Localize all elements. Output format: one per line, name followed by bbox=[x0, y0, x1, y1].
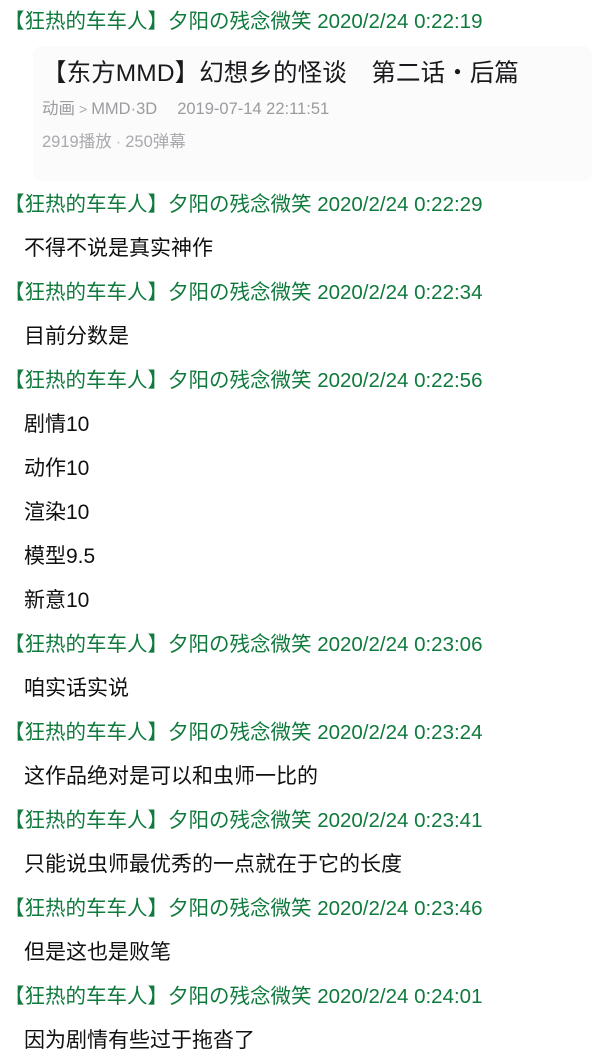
message-header: 【狂热的车车人】夕阳の残念微笑 2020/2/24 0:22:34 bbox=[4, 281, 483, 304]
message-body-line: 动作10 bbox=[24, 457, 90, 480]
chevron-right-icon: > bbox=[79, 101, 88, 117]
message-header: 【狂热的车车人】夕阳の残念微笑 2020/2/24 0:24:01 bbox=[4, 985, 483, 1008]
video-card-play-count: 2919播放 bbox=[42, 133, 112, 151]
video-card-stats: 2919播放 · 250弹幕 bbox=[42, 126, 592, 158]
video-card-danmaku-count: 250弹幕 bbox=[125, 133, 186, 151]
message-body: 但是这也是败笔 bbox=[24, 941, 171, 964]
message-body: 这作品绝对是可以和虫师一比的 bbox=[24, 765, 318, 788]
message-body: 咱实话实说 bbox=[24, 677, 129, 700]
message-header: 【狂热的车车人】夕阳の残念微笑 2020/2/24 0:23:06 bbox=[4, 633, 483, 656]
chat-log: 【狂热的车车人】夕阳の残念微笑 2020/2/24 0:22:19 【东方MMD… bbox=[0, 0, 599, 1063]
message-body-line: 渲染10 bbox=[24, 501, 90, 524]
video-card-meta: 动画 > MMD·3D 2019-07-14 22:11:51 bbox=[42, 92, 592, 126]
video-card-wrapper: 【东方MMD】幻想乡的怪谈 第二话・后篇 动画 > MMD·3D 2019-07-14… bbox=[0, 44, 599, 183]
video-card-upload-date: 2019-07-14 22:11:51 bbox=[177, 100, 330, 118]
video-share-card[interactable]: 【东方MMD】幻想乡的怪谈 第二话・后篇 动画 > MMD·3D 2019-07-14… bbox=[33, 46, 592, 181]
message-header: 【狂热的车车人】夕阳の残念微笑 2020/2/24 0:22:19 bbox=[4, 10, 483, 33]
video-card-title: 【东方MMD】幻想乡的怪谈 第二话・后篇 bbox=[42, 60, 520, 87]
message-body: 因为剧情有些过于拖沓了 bbox=[24, 1029, 255, 1052]
message-body-line: 模型9.5 bbox=[24, 545, 96, 568]
message-body: 只能说虫师最优秀的一点就在于它的长度 bbox=[24, 853, 402, 876]
message-header: 【狂热的车车人】夕阳の残念微笑 2020/2/24 0:23:41 bbox=[4, 809, 483, 832]
message-header: 【狂热的车车人】夕阳の残念微笑 2020/2/24 0:23:46 bbox=[4, 897, 483, 920]
stats-separator: · bbox=[115, 133, 122, 151]
message-header: 【狂热的车车人】夕阳の残念微笑 2020/2/24 0:22:56 bbox=[4, 369, 483, 392]
video-card-category: 动画 bbox=[42, 100, 75, 118]
message-header: 【狂热的车车人】夕阳の残念微笑 2020/2/24 0:23:24 bbox=[4, 721, 483, 744]
message-body-line: 新意10 bbox=[24, 589, 90, 612]
video-card-subcategory: MMD·3D bbox=[91, 100, 158, 118]
message-body: 目前分数是 bbox=[24, 325, 129, 348]
message-body-line: 剧情10 bbox=[24, 413, 90, 436]
message-header: 【狂热的车车人】夕阳の残念微笑 2020/2/24 0:22:29 bbox=[4, 193, 483, 216]
message-body: 不得不说是真实神作 bbox=[24, 237, 213, 260]
